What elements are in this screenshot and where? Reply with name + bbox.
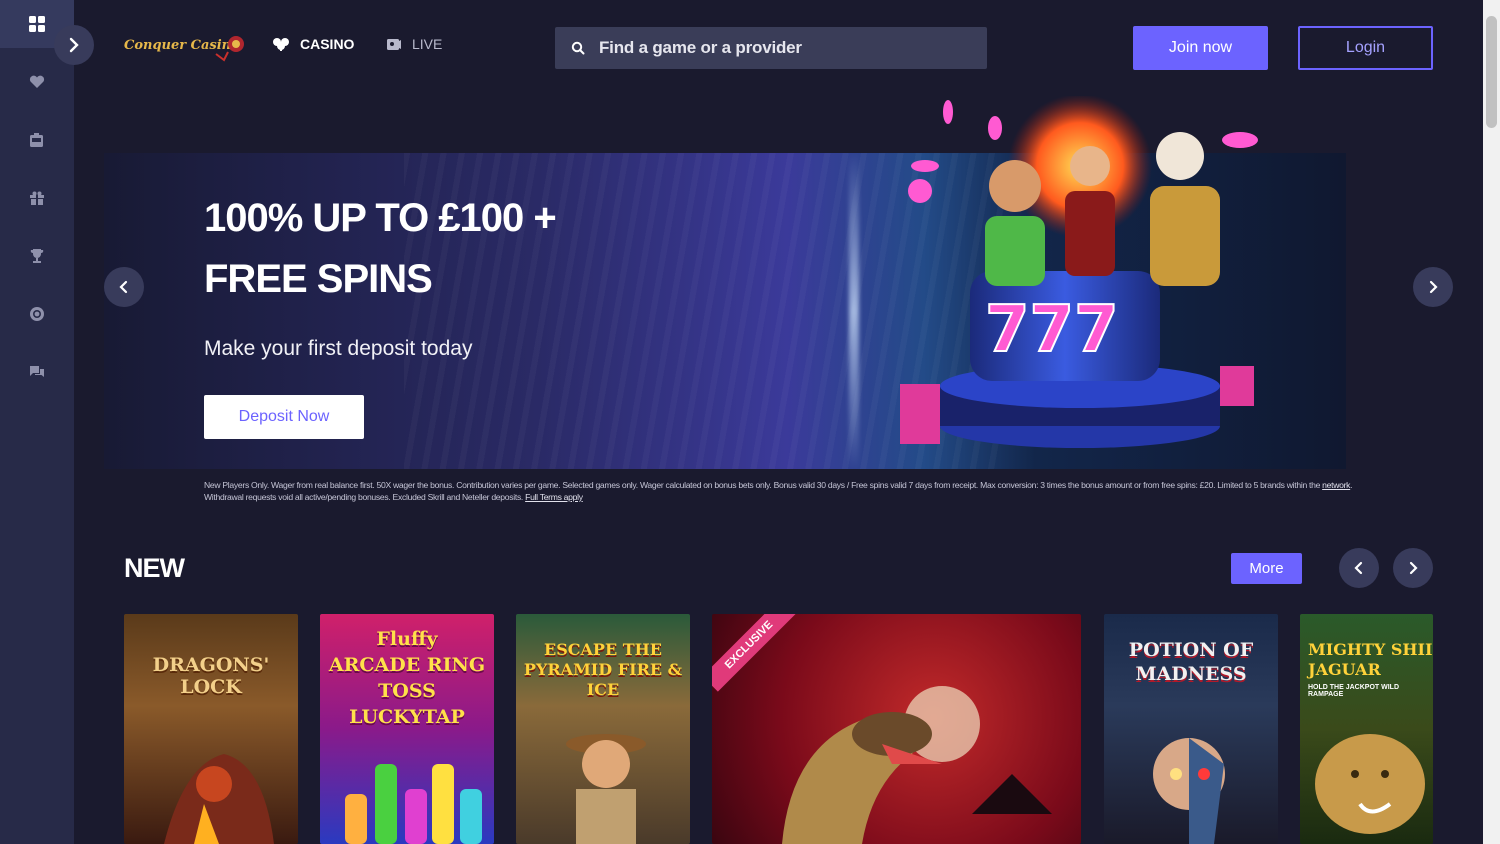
- banner-title: 100% UP TO £100 + FREE SPINS: [204, 196, 557, 301]
- nav-casino-label: CASINO: [300, 36, 355, 52]
- new-next-button[interactable]: [1393, 548, 1433, 588]
- game-tile-ring-toss[interactable]: Fluffy ARCADE RING TOSS LUCKYTAP: [320, 614, 494, 844]
- brand-logo[interactable]: Conquer Casino: [124, 30, 250, 62]
- banner-light-beam: [849, 153, 859, 469]
- chip-icon: [30, 307, 44, 321]
- deposit-now-button[interactable]: Deposit Now: [204, 395, 364, 439]
- grid-icon: [29, 16, 45, 32]
- sidebar-item-support[interactable]: [0, 348, 74, 396]
- explorer-art: [566, 734, 646, 844]
- game-tile-dragons-lock[interactable]: DRAGONS' LOCK: [124, 614, 298, 844]
- sidebar-item-favourites[interactable]: [0, 58, 74, 106]
- heart-icon: [29, 75, 45, 88]
- terms-text: New Players Only. Wager from real balanc…: [204, 480, 1321, 490]
- svg-text:Conquer Casino: Conquer Casino: [124, 38, 240, 53]
- cards-icon: [273, 38, 289, 51]
- banner-prev-button[interactable]: [104, 267, 144, 307]
- search-placeholder: Find a game or a provider: [599, 38, 802, 57]
- chevron-left-icon: [1354, 561, 1363, 575]
- game-tile-potion-of-madness[interactable]: POTION OF MADNESS: [1104, 614, 1278, 844]
- more-button[interactable]: More: [1231, 553, 1302, 584]
- sidebar-item-slots[interactable]: [0, 116, 74, 164]
- join-now-button[interactable]: Join now: [1133, 26, 1268, 70]
- madman-art: [1153, 738, 1225, 844]
- trophy-icon: [30, 249, 44, 263]
- sidebar: [0, 0, 74, 844]
- new-games-row: DRAGONS' LOCK Fluffy ARCADE RING TOSS LU…: [124, 614, 1433, 844]
- jaguar-art: [1315, 734, 1425, 834]
- logo-mark: Conquer Casino: [124, 36, 244, 62]
- banner-slot-illustration: 777: [900, 96, 1258, 448]
- gift-icon: [30, 191, 44, 205]
- game-tile-mighty-jaguar[interactable]: MIGHTY SHII JAGUAR HOLD THE JACKPOT WILD…: [1300, 614, 1433, 844]
- support-chat-icon: [30, 366, 44, 377]
- dragon-art: [164, 754, 274, 844]
- new-prev-button[interactable]: [1339, 548, 1379, 588]
- sidebar-item-promotions[interactable]: [0, 174, 74, 222]
- chevron-right-icon: [1429, 280, 1438, 294]
- svg-text:777: 777: [985, 293, 1119, 367]
- bottles-art: [345, 764, 482, 844]
- sidebar-item-live-casino[interactable]: [0, 290, 74, 338]
- login-button[interactable]: Login: [1298, 26, 1433, 70]
- chevron-right-icon: [69, 37, 79, 53]
- game-tile-exclusive-cobra[interactable]: EXCLUSIVE: [712, 614, 1081, 844]
- live-dealer-icon: [387, 39, 401, 50]
- sidebar-expand-button[interactable]: [54, 25, 94, 65]
- section-title-new: NEW: [124, 553, 185, 583]
- sidebar-item-tournaments[interactable]: [0, 232, 74, 280]
- nav-live-label: LIVE: [412, 36, 443, 52]
- scrollbar-thumb[interactable]: [1486, 16, 1497, 128]
- full-terms-link[interactable]: Full Terms apply: [525, 492, 583, 502]
- banner-next-button[interactable]: [1413, 267, 1453, 307]
- slot-machine-icon: [30, 133, 43, 147]
- bonus-terms: New Players Only. Wager from real balanc…: [204, 479, 1376, 503]
- nav-live[interactable]: LIVE: [386, 36, 442, 52]
- search-input[interactable]: Find a game or a provider: [555, 27, 987, 69]
- nav-casino[interactable]: CASINO: [272, 36, 354, 52]
- chevron-left-icon: [119, 280, 128, 294]
- terms-network-link[interactable]: network: [1322, 480, 1350, 490]
- game-tile-escape-the-pyramid[interactable]: ESCAPE THE PYRAMID FIRE & ICE: [516, 614, 690, 844]
- search-icon: [571, 41, 585, 55]
- page-scrollbar[interactable]: [1483, 0, 1500, 844]
- top-header: Conquer Casino CASINO LIVE Find a game o…: [74, 0, 1483, 96]
- chevron-right-icon: [1409, 561, 1418, 575]
- cobra-art: [782, 686, 1052, 844]
- banner-subtitle: Make your first deposit today: [204, 337, 473, 360]
